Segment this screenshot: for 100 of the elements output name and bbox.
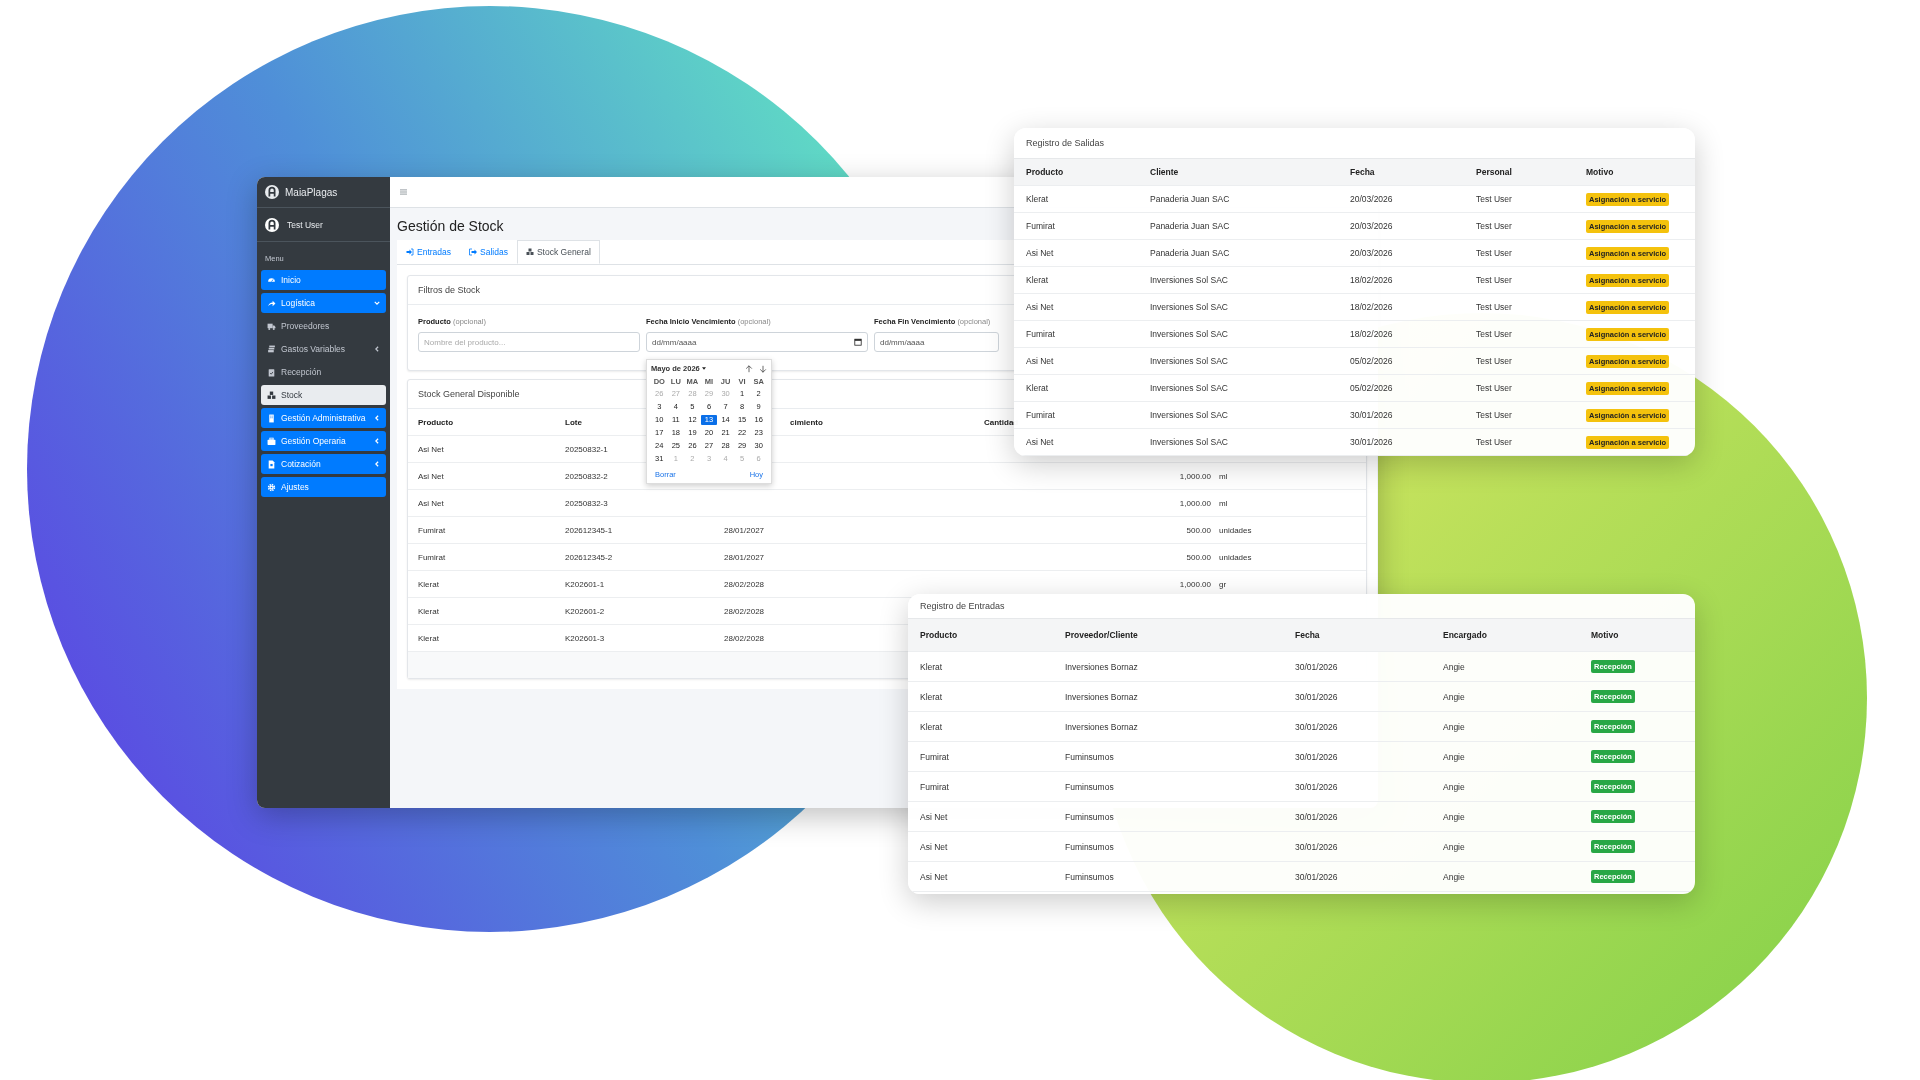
table-cell-text: Test User bbox=[1476, 383, 1513, 393]
sidebar-item[interactable]: Cotización bbox=[261, 454, 386, 474]
clipboard-check-icon bbox=[267, 367, 276, 377]
table-cell-text: Inversiones Bornaz bbox=[1065, 661, 1139, 672]
table-cell-text: 30/01/2026 bbox=[1350, 437, 1394, 447]
column-header: Motivo bbox=[1591, 630, 1620, 640]
table-cell-text: 30/01/2026 bbox=[1295, 721, 1339, 732]
table-cell: K202601-3 bbox=[565, 633, 605, 643]
column-header: Producto bbox=[418, 417, 454, 427]
sidebar-item[interactable]: Ajustes bbox=[261, 477, 386, 497]
column-header: Cliente bbox=[1150, 167, 1180, 177]
table-cell: 28/01/2027 bbox=[724, 525, 765, 535]
table-cell: 1,000.00 bbox=[1179, 498, 1211, 508]
caret-down-icon bbox=[701, 367, 706, 370]
table-cell-text: Angie bbox=[1443, 781, 1466, 792]
table-cell-text: Fumirat bbox=[1026, 221, 1056, 231]
table-cell-text: Inversiones Bornaz bbox=[1065, 721, 1139, 732]
table-cell-text: Fumirat bbox=[920, 751, 950, 762]
table-cell-text: 30/01/2026 bbox=[1295, 751, 1339, 762]
sidebar-subitem[interactable]: Gastos Variables bbox=[261, 339, 386, 359]
column-header: Producto bbox=[1026, 167, 1065, 177]
tab[interactable]: Salidas bbox=[460, 240, 517, 264]
tab[interactable]: Stock General bbox=[516, 240, 600, 264]
sidebar-item[interactable]: Gestión Operaria bbox=[261, 431, 386, 451]
chevron-left-icon bbox=[374, 438, 380, 444]
table-cell-text: Test User bbox=[1476, 275, 1513, 285]
column-header: Lote bbox=[565, 417, 582, 427]
table-cell-text: Test User bbox=[1476, 410, 1513, 420]
table-cell-text: 30/01/2026 bbox=[1350, 410, 1394, 420]
table-cell: ml bbox=[1219, 498, 1228, 508]
table-cell: unidades bbox=[1219, 552, 1252, 562]
boxes-icon bbox=[267, 390, 276, 400]
table-cell-text: Fuminsumos bbox=[1065, 841, 1115, 852]
table-cell-text: Angie bbox=[1443, 841, 1466, 852]
table-cell: Fumirat bbox=[418, 552, 446, 562]
calendar-icon[interactable] bbox=[854, 338, 862, 346]
table-cell-text: Inversiones Sol SAC bbox=[1150, 383, 1229, 393]
table-cell-text: Klerat bbox=[1026, 383, 1050, 393]
table-cell-text: Inversiones Bornaz bbox=[1065, 691, 1139, 702]
sidebar-item[interactable]: Inicio bbox=[261, 270, 386, 290]
table-cell: Asi Net bbox=[418, 471, 444, 481]
table-cell-text: 20/03/2026 bbox=[1350, 248, 1394, 258]
sidebar-subitem[interactable]: Proveedores bbox=[261, 316, 386, 336]
table-cell: 28/02/2028 bbox=[724, 579, 765, 589]
sign-out-icon bbox=[469, 248, 478, 256]
table-cell: Asi Net bbox=[418, 498, 444, 508]
column-header: Proveedor/Cliente bbox=[1065, 630, 1139, 640]
boxes-icon bbox=[525, 248, 534, 256]
table-cell-text: Panaderia Juan SAC bbox=[1150, 248, 1231, 258]
table-cell: 28/02/2028 bbox=[724, 606, 765, 616]
table-cell-text: 05/02/2026 bbox=[1350, 356, 1394, 366]
table-cell: gr bbox=[1219, 579, 1227, 589]
table-cell: 500.00 bbox=[1186, 525, 1211, 535]
page-title: Gestión de Stock bbox=[397, 218, 504, 234]
input-field[interactable]: dd/mm/aaaa bbox=[874, 332, 999, 352]
arrow-down-icon[interactable] bbox=[759, 364, 767, 373]
table-cell-text: Asi Net bbox=[920, 811, 949, 822]
table-cell: Fumirat bbox=[418, 525, 446, 535]
table-cell-text: Inversiones Sol SAC bbox=[1150, 437, 1229, 447]
table-cell-text: Test User bbox=[1476, 329, 1513, 339]
column-header: Fecha bbox=[1295, 630, 1321, 640]
table-cell-text: Klerat bbox=[920, 721, 944, 732]
table-cell: Klerat bbox=[418, 633, 439, 643]
input-field[interactable]: dd/mm/aaaa bbox=[646, 332, 868, 352]
column-header: Cantidad bbox=[984, 417, 1019, 427]
table-cell: 28/02/2028 bbox=[724, 633, 765, 643]
sidebar-subitem[interactable]: Recepción bbox=[261, 362, 386, 382]
table-cell-text: 30/01/2026 bbox=[1295, 781, 1339, 792]
table-cell: 202612345-2 bbox=[565, 552, 613, 562]
table-cell-text: Inversiones Sol SAC bbox=[1150, 356, 1229, 366]
table-cell-text: Klerat bbox=[1026, 194, 1050, 204]
column-header: cimiento bbox=[790, 417, 823, 427]
sidebar-item[interactable]: Gestión Administrativa bbox=[261, 408, 386, 428]
building-icon bbox=[267, 413, 276, 423]
table-cell-text: Klerat bbox=[1026, 275, 1050, 285]
arrow-up-icon[interactable] bbox=[745, 364, 753, 373]
chevron-left-icon bbox=[374, 346, 380, 352]
briefcase-icon bbox=[267, 436, 276, 446]
table-cell-text: Panaderia Juan SAC bbox=[1150, 221, 1231, 231]
table-cell: 1,000.00 bbox=[1179, 579, 1211, 589]
table-cell-text: Klerat bbox=[920, 691, 944, 702]
table-cell-text: Fumirat bbox=[1026, 410, 1056, 420]
table-cell-text: Fuminsumos bbox=[1065, 781, 1115, 792]
table-cell-text: Test User bbox=[1476, 302, 1513, 312]
table-cell-text: 30/01/2026 bbox=[1295, 811, 1339, 822]
sidebar-subitem[interactable]: Stock bbox=[261, 385, 386, 405]
table-cell: K202601-2 bbox=[565, 606, 605, 616]
sidebar-item[interactable]: Logística bbox=[261, 293, 386, 313]
table-cell-text: Test User bbox=[1476, 248, 1513, 258]
column-header: Motivo bbox=[1586, 167, 1615, 177]
column-header: Encargado bbox=[1443, 630, 1488, 640]
table-cell-text: Angie bbox=[1443, 661, 1466, 672]
table-cell-text: Angie bbox=[1443, 751, 1466, 762]
table-cell: K202601-1 bbox=[565, 579, 605, 589]
table-cell-text: 30/01/2026 bbox=[1295, 661, 1339, 672]
table-cell-text: Panaderia Juan SAC bbox=[1150, 194, 1231, 204]
table-cell: 20250832-2 bbox=[565, 471, 608, 481]
brand-name: MaiaPlagas bbox=[285, 186, 338, 198]
table-cell-text: Asi Net bbox=[920, 871, 949, 882]
tab[interactable]: Entradas bbox=[397, 240, 461, 264]
